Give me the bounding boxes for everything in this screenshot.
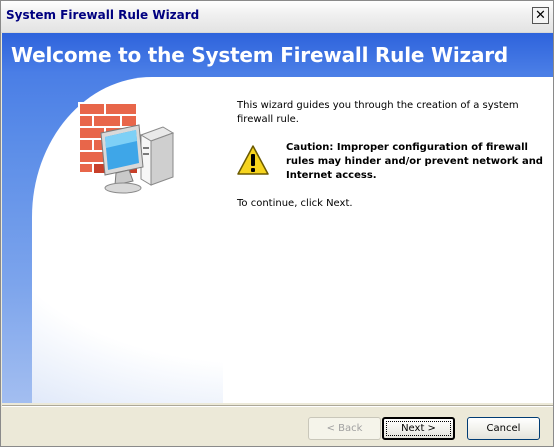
button-divider xyxy=(2,405,553,407)
close-icon: ✕ xyxy=(535,8,546,23)
next-button[interactable]: Next > xyxy=(382,417,455,440)
wizard-window: System Firewall Rule Wizard ✕ Welcome to… xyxy=(0,0,554,447)
back-button[interactable]: < Back xyxy=(308,417,381,440)
computer-tower xyxy=(139,126,175,186)
window-title: System Firewall Rule Wizard xyxy=(6,8,200,22)
next-button-label: Next > xyxy=(401,423,436,434)
warning-icon xyxy=(237,145,269,175)
cancel-button-label: Cancel xyxy=(486,423,521,434)
firewall-computer-icon xyxy=(78,102,175,194)
page-title: Welcome to the System Firewall Rule Wiza… xyxy=(11,43,509,67)
continue-instruction: To continue, click Next. xyxy=(237,198,353,209)
welcome-banner: Welcome to the System Firewall Rule Wiza… xyxy=(2,33,553,403)
intro-text: This wizard guides you through the creat… xyxy=(237,100,519,125)
close-button[interactable]: ✕ xyxy=(532,7,549,24)
caution-text: Caution: Improper configuration of firew… xyxy=(286,142,543,181)
title-bar[interactable]: System Firewall Rule Wizard ✕ xyxy=(1,1,553,33)
back-button-label: < Back xyxy=(326,423,363,434)
computer-monitor xyxy=(100,124,144,194)
cancel-button[interactable]: Cancel xyxy=(467,417,540,440)
